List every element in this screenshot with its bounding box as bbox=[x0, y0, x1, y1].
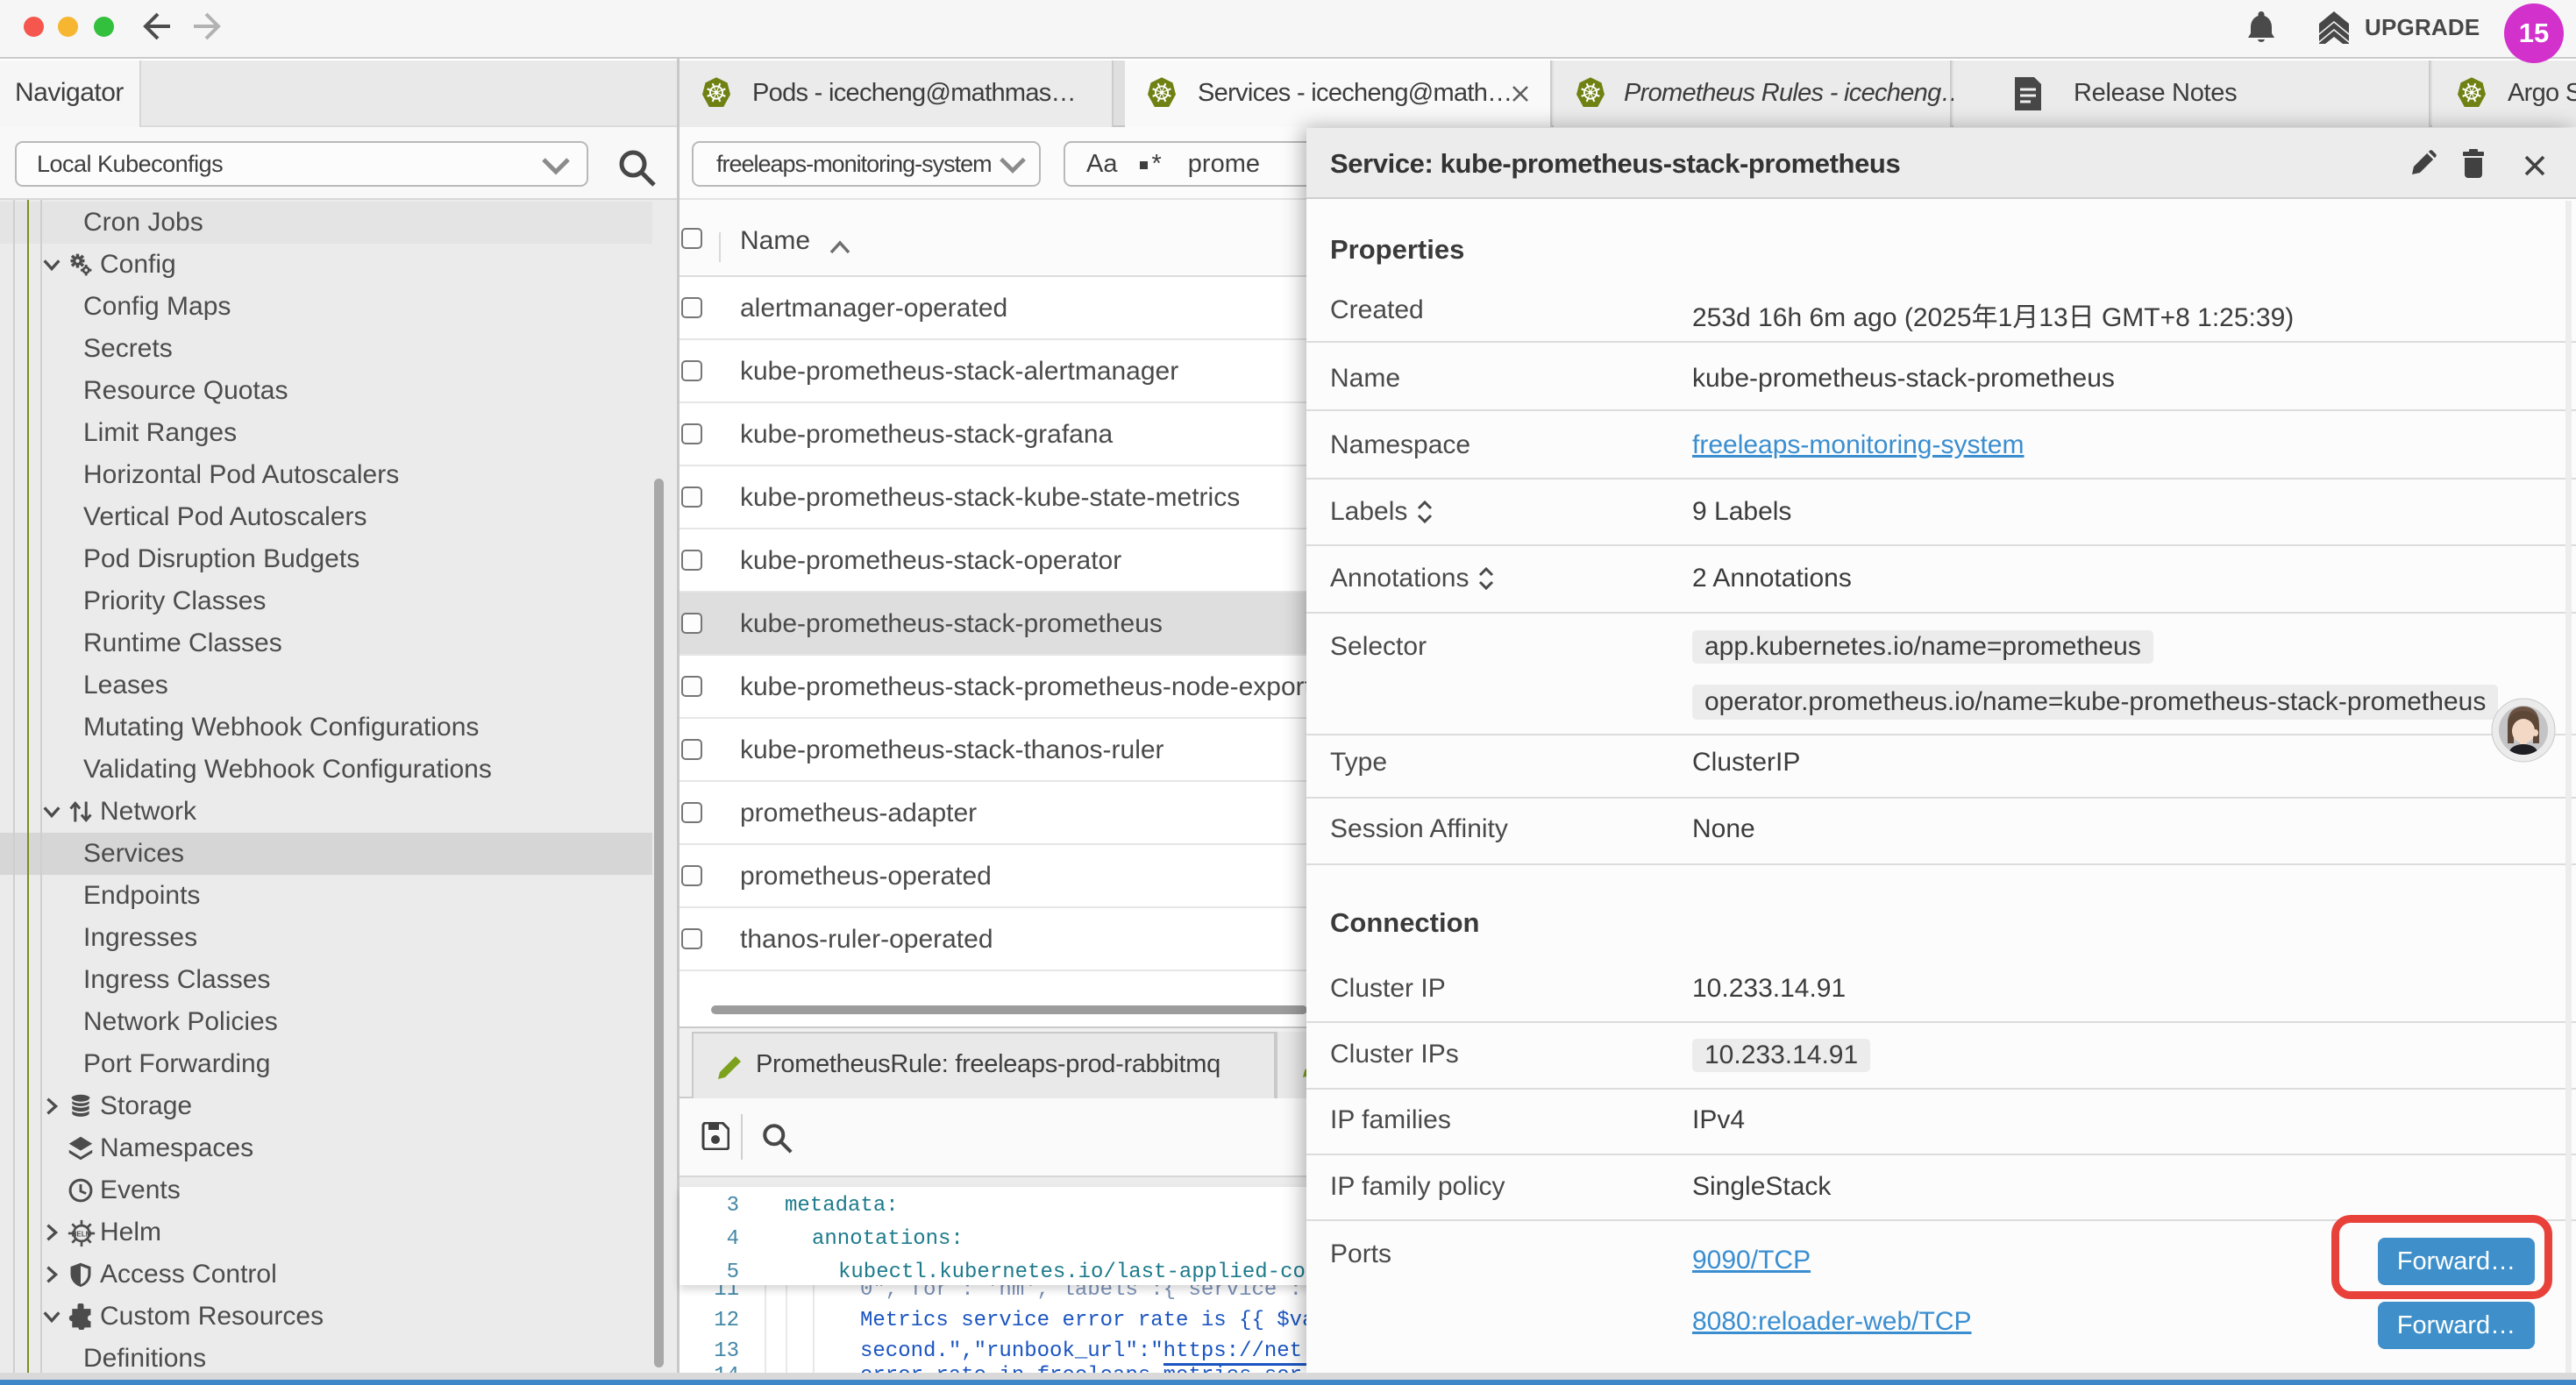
svg-text:HELM: HELM bbox=[72, 1231, 92, 1239]
